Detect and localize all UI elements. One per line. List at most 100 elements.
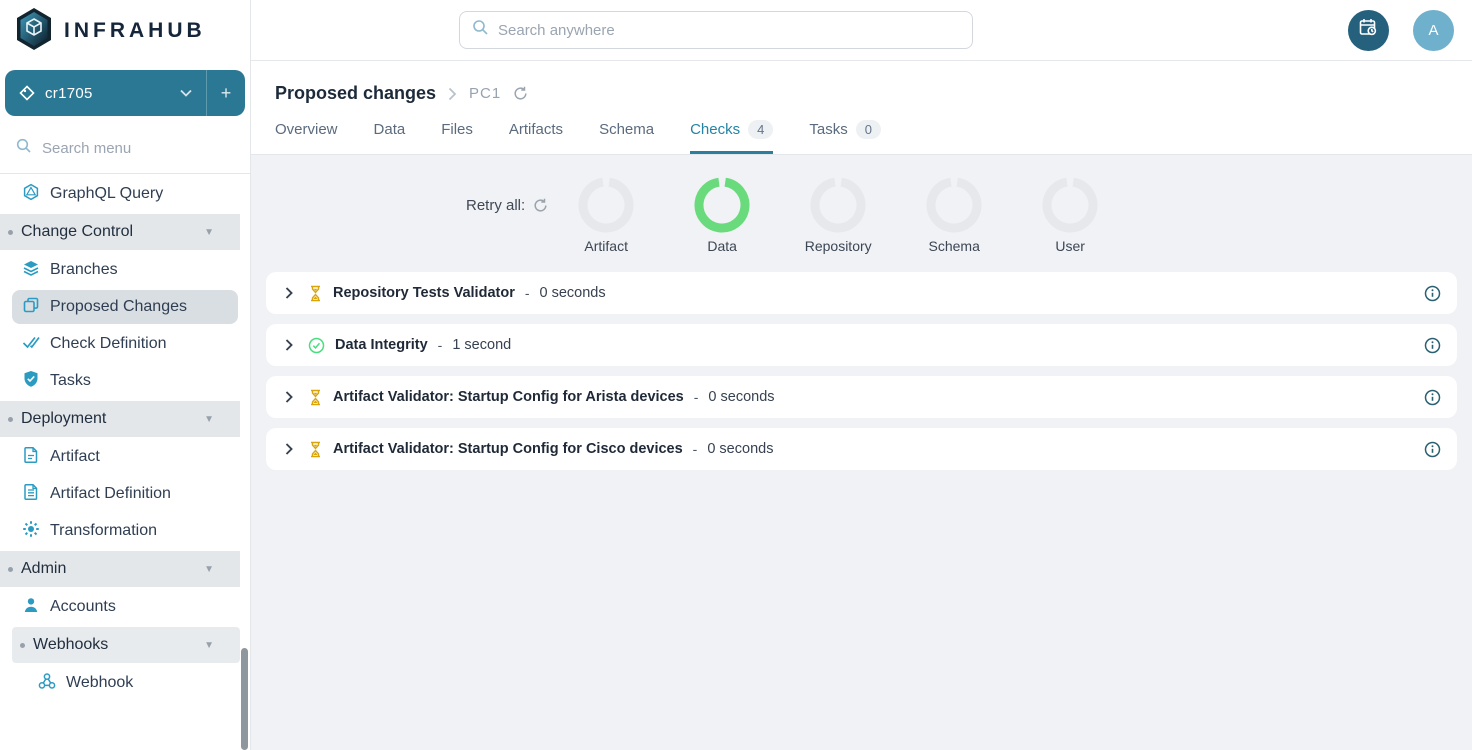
sidebar-item-artifact[interactable]: Artifact [12, 440, 240, 474]
validator-ring-queued [926, 177, 982, 233]
sidebar-item-artifact-definition[interactable]: Artifact Definition [12, 477, 240, 511]
avatar[interactable]: A [1413, 10, 1454, 51]
branch-icon [19, 85, 35, 101]
sidebar-section-admin[interactable]: Admin ▼ [0, 551, 240, 587]
search-icon [16, 138, 32, 159]
validator-label: User [1055, 238, 1085, 254]
tab-label: Data [374, 121, 406, 138]
section-bullet [20, 643, 25, 648]
sidebar-item-label: Branches [50, 261, 118, 279]
validator-ring-queued [810, 177, 866, 233]
transformation-icon [22, 520, 40, 543]
validator-ring-success [694, 177, 750, 233]
check-row-repository-tests[interactable]: Repository Tests Validator - 0 seconds [266, 272, 1457, 314]
validator-artifact[interactable]: Artifact [548, 177, 664, 254]
tab-checks[interactable]: Checks 4 [690, 120, 773, 154]
tab-label: Checks [690, 121, 740, 138]
retry-all-refresh-icon[interactable] [533, 198, 548, 213]
section-caret-icon: ▼ [204, 564, 214, 575]
tab-artifacts[interactable]: Artifacts [509, 120, 563, 154]
info-icon[interactable] [1424, 441, 1441, 458]
tab-label: Files [441, 121, 473, 138]
check-row-artifact-cisco[interactable]: Artifact Validator: Startup Config for C… [266, 428, 1457, 470]
expand-chevron-icon[interactable] [282, 390, 296, 404]
logo-row[interactable]: INFRAHUB [0, 0, 250, 62]
validator-user[interactable]: User [1012, 177, 1128, 254]
validator-data[interactable]: Data [664, 177, 780, 254]
sidebar-scrollbar[interactable] [241, 648, 248, 750]
validator-repository[interactable]: Repository [780, 177, 896, 254]
sidebar-item-graphql-query[interactable]: GraphQL Query [12, 177, 240, 211]
check-duration: 0 seconds [708, 389, 774, 405]
sidebar-item-label: Artifact [50, 448, 100, 466]
section-caret-icon: ▼ [204, 227, 214, 238]
calendar-clock-icon [1358, 17, 1379, 43]
info-icon[interactable] [1424, 389, 1441, 406]
tab-data[interactable]: Data [374, 120, 406, 154]
sidebar-section-webhooks[interactable]: Webhooks ▼ [12, 627, 240, 663]
chevron-down-icon[interactable] [166, 89, 206, 97]
check-title: Repository Tests Validator [333, 285, 515, 301]
topbar-right: A [1348, 10, 1454, 51]
time-travel-button[interactable] [1348, 10, 1389, 51]
expand-chevron-icon[interactable] [282, 442, 296, 456]
webhook-icon [38, 672, 56, 695]
tab-overview[interactable]: Overview [275, 120, 338, 154]
branch-name: cr1705 [45, 85, 166, 102]
section-label: Webhooks [33, 636, 108, 654]
tab-schema[interactable]: Schema [599, 120, 654, 154]
sidebar-item-webhook[interactable]: Webhook [28, 666, 240, 700]
sidebar-item-accounts[interactable]: Accounts [12, 590, 240, 624]
check-row-artifact-arista[interactable]: Artifact Validator: Startup Config for A… [266, 376, 1457, 418]
sidebar-item-proposed-changes[interactable]: Proposed Changes [12, 290, 238, 324]
avatar-initial: A [1428, 22, 1438, 39]
app-root: INFRAHUB cr1705 + GraphQL Q [0, 0, 1472, 750]
artifact-definition-icon [22, 483, 40, 506]
section-caret-icon: ▼ [204, 414, 214, 425]
sidebar-item-label: Tasks [50, 372, 91, 390]
accounts-icon [22, 596, 40, 619]
info-icon[interactable] [1424, 285, 1441, 302]
refresh-icon[interactable] [513, 86, 528, 101]
menu-search-input[interactable] [42, 140, 212, 157]
infrahub-logo-icon [14, 7, 54, 56]
expand-chevron-icon[interactable] [282, 286, 296, 300]
sidebar: INFRAHUB cr1705 + GraphQL Q [0, 0, 251, 750]
sidebar-item-label: Check Definition [50, 335, 167, 353]
branch-selector[interactable]: cr1705 + [5, 70, 245, 116]
sidebar-section-change-control[interactable]: Change Control ▼ [0, 214, 240, 250]
check-row-data-integrity[interactable]: Data Integrity - 1 second [266, 324, 1457, 366]
check-separator: - [693, 441, 698, 457]
validator-schema[interactable]: Schema [896, 177, 1012, 254]
validator-ring-queued [578, 177, 634, 233]
expand-chevron-icon[interactable] [282, 338, 296, 352]
retry-all: Retry all: [466, 177, 548, 233]
sidebar-item-transformation[interactable]: Transformation [12, 514, 240, 548]
tab-label: Overview [275, 121, 338, 138]
global-search-input[interactable] [498, 22, 918, 39]
validator-label: Repository [805, 238, 872, 254]
check-title: Artifact Validator: Startup Config for A… [333, 389, 684, 405]
validator-label: Artifact [584, 238, 628, 254]
sidebar-item-label: Transformation [50, 522, 157, 540]
search-icon [472, 19, 489, 41]
check-duration: 0 seconds [707, 441, 773, 457]
tab-files[interactable]: Files [441, 120, 473, 154]
section-label: Change Control [21, 223, 133, 241]
sidebar-section-deployment[interactable]: Deployment ▼ [0, 401, 240, 437]
global-search[interactable] [459, 11, 973, 49]
page-title[interactable]: Proposed changes [275, 83, 436, 104]
sidebar-item-check-definition[interactable]: Check Definition [12, 327, 240, 361]
sidebar-item-branches[interactable]: Branches [12, 253, 240, 287]
breadcrumb-current: PC1 [469, 85, 501, 102]
section-bullet [8, 417, 13, 422]
graphql-icon [22, 183, 40, 206]
check-circle-icon [308, 337, 325, 354]
add-branch-button[interactable]: + [207, 83, 245, 104]
tab-label: Schema [599, 121, 654, 138]
tab-badge: 4 [748, 120, 773, 139]
sidebar-item-tasks[interactable]: Tasks [12, 364, 240, 398]
tab-tasks[interactable]: Tasks 0 [809, 120, 881, 154]
info-icon[interactable] [1424, 337, 1441, 354]
menu-search[interactable] [0, 124, 250, 174]
